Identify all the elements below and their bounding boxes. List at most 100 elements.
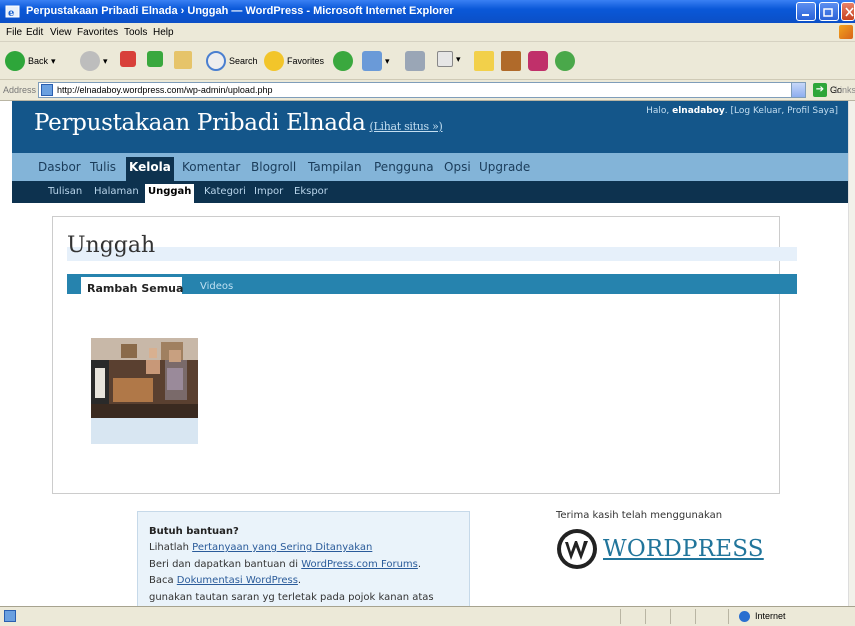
window-title: Perpustakaan Pribadi Elnada › Unggah — W… <box>26 5 454 17</box>
wordpress-logo[interactable]: WORDPRESS <box>556 528 764 570</box>
menu-bar: File Edit View Favorites Tools Help <box>0 23 855 42</box>
help-line-docs: Baca Dokumentasi WordPress. <box>149 575 302 586</box>
help-box: Butuh bantuan? Lihatlah Pertanyaan yang … <box>137 511 470 606</box>
status-separator <box>645 609 646 624</box>
admin-menu-pengguna[interactable]: Pengguna <box>374 160 434 174</box>
admin-menu-blogroll[interactable]: Blogroll <box>251 160 296 174</box>
menu-edit[interactable]: Edit <box>26 27 43 38</box>
address-input[interactable]: http://elnadaboy.wordpress.com/wp-admin/… <box>38 82 806 98</box>
username: elnadaboy <box>672 106 725 116</box>
mail-button[interactable]: ▾ <box>362 51 390 71</box>
forward-button[interactable]: ▾ <box>80 51 108 71</box>
help-line-faq: Lihatlah Pertanyaan yang Sering Ditanyak… <box>149 542 373 553</box>
back-button[interactable]: Back ▾ <box>5 51 56 71</box>
page-title: Unggah <box>67 233 156 258</box>
history-button[interactable] <box>333 51 353 71</box>
status-separator <box>670 609 671 624</box>
admin-menu-komentar[interactable]: Komentar <box>182 160 240 174</box>
help-line-forums: Beri dan dapatkan bantuan di WordPress.c… <box>149 559 422 570</box>
help-heading: Butuh bantuan? <box>149 526 239 537</box>
back-arrow-icon <box>5 51 25 71</box>
submenu-kategori[interactable]: Kategori <box>204 186 246 197</box>
window-title-bar[interactable]: e Perpustakaan Pribadi Elnada › Unggah —… <box>0 0 855 23</box>
submenu-tulisan[interactable]: Tulisan <box>48 186 82 197</box>
tab-videos[interactable]: Videos <box>200 281 233 308</box>
search-button[interactable]: Search <box>206 51 258 71</box>
edit-document-icon <box>437 51 453 67</box>
forward-dropdown-icon[interactable]: ▾ <box>103 56 108 67</box>
menu-file[interactable]: File <box>6 27 22 38</box>
user-links[interactable]: . [Log Keluar, Profil Saya] <box>725 106 838 116</box>
user-info: Halo, elnadaboy. [Log Keluar, Profil Say… <box>646 106 838 116</box>
history-icon <box>333 51 353 71</box>
menu-view[interactable]: View <box>50 27 72 38</box>
home-button[interactable] <box>174 51 192 69</box>
minimize-icon <box>802 14 809 16</box>
maximize-button[interactable] <box>819 2 839 21</box>
close-icon <box>845 7 854 17</box>
search-icon <box>206 51 226 71</box>
page-status-icon <box>4 610 16 622</box>
page-icon <box>41 84 53 96</box>
minimize-button[interactable] <box>796 2 816 21</box>
submenu-ekspor[interactable]: Ekspor <box>294 186 328 197</box>
status-separator <box>695 609 696 624</box>
books-icon <box>501 51 521 71</box>
favorites-button[interactable]: Favorites <box>264 51 324 71</box>
vertical-scrollbar[interactable] <box>848 101 855 606</box>
tab-rambah-semua[interactable]: Rambah Semua <box>81 277 183 304</box>
admin-menu-dasbor[interactable]: Dasbor <box>38 160 81 174</box>
admin-menu-tulis[interactable]: Tulis <box>90 160 116 174</box>
submenu-unggah[interactable]: Unggah <box>145 184 195 203</box>
docs-link[interactable]: Dokumentasi WordPress <box>177 575 298 586</box>
refresh-icon <box>147 51 163 67</box>
mail-icon <box>362 51 382 71</box>
back-dropdown-icon[interactable]: ▾ <box>51 56 56 67</box>
stop-button[interactable] <box>120 51 136 67</box>
research-button[interactable] <box>501 51 521 71</box>
toolbar: Back ▾ ▾ Search Favorites ▾ ▾ <box>0 42 855 80</box>
menu-help[interactable]: Help <box>153 27 174 38</box>
submenu-halaman[interactable]: Halaman <box>94 186 139 197</box>
printer-icon <box>405 51 425 71</box>
refresh-button[interactable] <box>147 51 163 67</box>
folder-icon <box>474 51 494 71</box>
buddies-icon <box>555 51 575 71</box>
messenger-button[interactable] <box>528 51 548 71</box>
home-icon <box>174 51 192 69</box>
forums-link[interactable]: WordPress.com Forums <box>301 559 418 570</box>
admin-menu-tampilan[interactable]: Tampilan <box>308 160 362 174</box>
wordpress-logo-text: WORDPRESS <box>603 536 764 562</box>
site-title: Perpustakaan Pribadi Elnada (Lihat situs … <box>34 110 443 136</box>
address-dropdown-icon[interactable] <box>791 83 805 97</box>
internet-explorer-icon: e <box>5 5 20 19</box>
view-site-link[interactable]: (Lihat situs ») <box>370 120 443 133</box>
menu-tools[interactable]: Tools <box>124 27 147 38</box>
address-label: Address <box>3 85 37 95</box>
links-button[interactable]: Links <box>835 85 855 95</box>
upload-tabs: Rambah Semua Videos <box>67 274 797 304</box>
menu-favorites[interactable]: Favorites <box>77 27 118 38</box>
address-bar: Address http://elnadaboy.wordpress.com/w… <box>0 80 855 101</box>
wp-header: Perpustakaan Pribadi Elnada (Lihat situs … <box>12 101 848 153</box>
submenu-impor[interactable]: Impor <box>254 186 283 197</box>
wordpress-w-icon <box>557 529 597 569</box>
edit-button[interactable]: ▾ <box>437 51 461 67</box>
msn-buddies-button[interactable] <box>555 51 575 71</box>
upload-panel: Unggah Rambah Semua Videos <box>52 216 797 494</box>
uploaded-photo-thumbnail[interactable] <box>91 338 198 418</box>
restore-icon <box>823 8 833 17</box>
windows-logo-icon <box>839 25 853 39</box>
admin-menu-kelola[interactable]: Kelola <box>126 157 174 181</box>
help-line-tip: gunakan tautan saran yg terletak pada po… <box>149 592 434 603</box>
folder-button[interactable] <box>474 51 494 71</box>
print-button[interactable] <box>405 51 425 71</box>
go-arrow-icon: ➔ <box>813 83 827 97</box>
admin-menu-upgrade[interactable]: Upgrade <box>479 160 530 174</box>
admin-menu-opsi[interactable]: Opsi <box>444 160 471 174</box>
upload-thumbnail-item[interactable] <box>91 338 198 444</box>
faq-link[interactable]: Pertanyaan yang Sering Ditanyakan <box>192 542 372 553</box>
close-button[interactable] <box>841 2 855 21</box>
status-bar: Internet <box>0 606 855 626</box>
forward-arrow-icon <box>80 51 100 71</box>
